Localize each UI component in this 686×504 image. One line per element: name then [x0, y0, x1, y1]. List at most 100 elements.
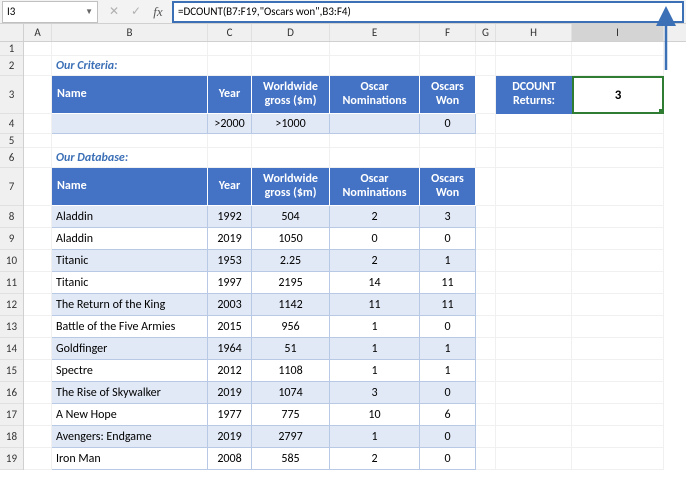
cell[interactable]: [476, 148, 496, 168]
col-header[interactable]: I: [572, 24, 664, 41]
cell[interactable]: [496, 404, 572, 426]
cell[interactable]: [496, 250, 572, 272]
database-cell[interactable]: 1953: [208, 250, 252, 272]
col-header[interactable]: B: [52, 24, 208, 41]
cell[interactable]: [496, 338, 572, 360]
cell[interactable]: [476, 76, 496, 114]
cell[interactable]: [476, 42, 496, 56]
col-header[interactable]: F: [420, 24, 476, 41]
database-header[interactable]: Year: [208, 168, 252, 206]
cell[interactable]: [476, 206, 496, 228]
cell[interactable]: [496, 206, 572, 228]
cell[interactable]: [476, 168, 496, 206]
cell[interactable]: [572, 382, 664, 404]
database-header[interactable]: Name: [52, 168, 208, 206]
cell[interactable]: [52, 42, 208, 56]
cell[interactable]: [24, 382, 52, 404]
cell[interactable]: [476, 228, 496, 250]
database-cell[interactable]: 585: [252, 448, 330, 470]
database-cell[interactable]: 1: [330, 360, 420, 382]
fx-icon[interactable]: fx: [150, 4, 166, 20]
database-cell[interactable]: 2195: [252, 272, 330, 294]
cell[interactable]: [252, 148, 330, 168]
row-header[interactable]: 1: [0, 42, 23, 56]
cell[interactable]: [476, 316, 496, 338]
database-cell[interactable]: 3: [330, 382, 420, 404]
cell[interactable]: [252, 42, 330, 56]
database-cell[interactable]: 2.25: [252, 250, 330, 272]
row-header[interactable]: 8: [0, 206, 23, 228]
cell[interactable]: [496, 448, 572, 470]
cell[interactable]: [208, 134, 252, 148]
cell[interactable]: [476, 294, 496, 316]
database-cell[interactable]: 956: [252, 316, 330, 338]
database-cell[interactable]: Spectre: [52, 360, 208, 382]
cell[interactable]: [572, 316, 664, 338]
database-cell[interactable]: 0: [420, 316, 476, 338]
criteria-cell[interactable]: [330, 114, 420, 134]
database-cell[interactable]: 3: [420, 206, 476, 228]
cell[interactable]: [208, 56, 252, 76]
col-header[interactable]: H: [496, 24, 572, 41]
cell[interactable]: [572, 426, 664, 448]
name-box[interactable]: I3 ▼: [2, 1, 98, 23]
cell[interactable]: [52, 134, 208, 148]
cell[interactable]: [208, 148, 252, 168]
formula-input[interactable]: =DCOUNT(B7:F19,"Oscars won",B3:F4): [172, 1, 684, 23]
database-cell[interactable]: 1108: [252, 360, 330, 382]
section-title-criteria[interactable]: Our Criteria:: [52, 56, 208, 76]
database-cell[interactable]: 0: [420, 382, 476, 404]
cell[interactable]: [24, 134, 52, 148]
cell[interactable]: [496, 42, 572, 56]
cell[interactable]: [572, 56, 664, 76]
cell[interactable]: [208, 42, 252, 56]
criteria-header[interactable]: Worldwide gross ($m): [252, 76, 330, 114]
cell[interactable]: [252, 134, 330, 148]
cell[interactable]: [24, 338, 52, 360]
database-cell[interactable]: Titanic: [52, 250, 208, 272]
cell[interactable]: [24, 114, 52, 134]
cell[interactable]: [476, 360, 496, 382]
cell[interactable]: [330, 134, 420, 148]
cell[interactable]: [496, 316, 572, 338]
database-cell[interactable]: 1074: [252, 382, 330, 404]
database-cell[interactable]: 11: [420, 272, 476, 294]
database-cell[interactable]: 2797: [252, 426, 330, 448]
section-title-database[interactable]: Our Database:: [52, 148, 208, 168]
database-cell[interactable]: 51: [252, 338, 330, 360]
database-cell[interactable]: The Return of the King: [52, 294, 208, 316]
cell[interactable]: [24, 272, 52, 294]
cell[interactable]: [476, 338, 496, 360]
cell[interactable]: [572, 168, 664, 206]
cell[interactable]: [496, 382, 572, 404]
cell[interactable]: [496, 148, 572, 168]
cell[interactable]: [24, 168, 52, 206]
criteria-header[interactable]: Year: [208, 76, 252, 114]
database-header[interactable]: Worldwide gross ($m): [252, 168, 330, 206]
col-header[interactable]: G: [476, 24, 496, 41]
row-header[interactable]: 4: [0, 114, 23, 134]
cell[interactable]: [572, 134, 664, 148]
database-cell[interactable]: Aladdin: [52, 206, 208, 228]
cell[interactable]: [572, 448, 664, 470]
cell[interactable]: [496, 228, 572, 250]
col-header[interactable]: D: [252, 24, 330, 41]
cell[interactable]: [572, 272, 664, 294]
database-cell[interactable]: 1997: [208, 272, 252, 294]
cell[interactable]: [24, 294, 52, 316]
row-header[interactable]: 2: [0, 56, 23, 76]
criteria-header[interactable]: Oscar Nominations: [330, 76, 420, 114]
criteria-header[interactable]: Oscars Won: [420, 76, 476, 114]
row-header[interactable]: 7: [0, 168, 23, 206]
col-header[interactable]: A: [24, 24, 52, 41]
cell[interactable]: [476, 114, 496, 134]
cell[interactable]: [496, 272, 572, 294]
database-cell[interactable]: 2: [330, 250, 420, 272]
database-cell[interactable]: 1050: [252, 228, 330, 250]
database-cell[interactable]: 2: [330, 206, 420, 228]
database-cell[interactable]: 2019: [208, 426, 252, 448]
cell[interactable]: [476, 382, 496, 404]
row-header[interactable]: 6: [0, 148, 23, 168]
database-cell[interactable]: 1964: [208, 338, 252, 360]
cell[interactable]: [496, 114, 572, 134]
